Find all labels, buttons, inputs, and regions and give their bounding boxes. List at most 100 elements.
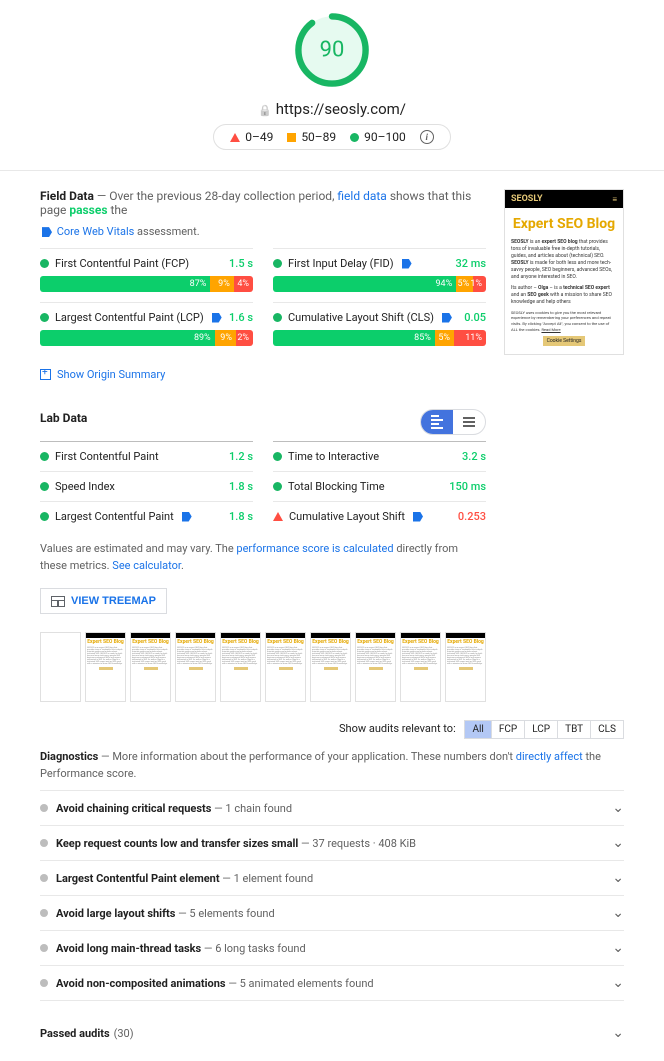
metric-name: Cumulative Layout Shift <box>289 510 405 523</box>
view-treemap-button[interactable]: VIEW TREEMAP <box>40 588 167 614</box>
filter-row: Show audits relevant to: AllFCPLCPTBTCLS <box>40 720 624 739</box>
circle-icon <box>350 133 359 142</box>
distribution-bar: 94%5%1% <box>273 276 486 292</box>
metric-value: 0.253 <box>458 510 486 523</box>
metric-value: 1.5 s <box>229 257 253 270</box>
lab-metric: Cumulative Layout Shift 0.253 <box>273 501 486 531</box>
tag-icon <box>402 259 412 269</box>
legend-good: 90–100 <box>350 130 406 144</box>
metric-name: First Contentful Paint (FCP) <box>55 257 189 270</box>
filmstrip-frame[interactable]: Expert SEO BlogSEOSLY is an expert SEO b… <box>85 632 126 702</box>
square-icon <box>287 133 296 142</box>
field-metric: Largest Contentful Paint (LCP) 1.6 s 89%… <box>40 302 253 356</box>
tag-icon <box>42 227 52 237</box>
filter-tbt[interactable]: TBT <box>558 721 591 738</box>
directly-affect-link[interactable]: directly affect <box>516 750 583 763</box>
field-data-link[interactable]: field data <box>337 189 386 203</box>
filmstrip-frame[interactable]: Expert SEO BlogSEOSLY is an expert SEO b… <box>445 632 486 702</box>
metric-value: 1.2 s <box>229 450 253 463</box>
diag-title: Largest Contentful Paint element — 1 ele… <box>56 872 313 885</box>
list-compact-icon <box>463 417 475 427</box>
show-origin-summary[interactable]: Show Origin Summary <box>40 368 486 381</box>
score-legend: 0–49 50–89 90–100 i <box>213 124 451 150</box>
info-dot-icon <box>40 874 48 882</box>
metric-name: First Input Delay (FID) <box>288 257 394 270</box>
diagnostic-item[interactable]: Avoid long main-thread tasks — 6 long ta… <box>40 930 624 965</box>
field-metric: Cumulative Layout Shift (CLS) 0.05 85%5%… <box>273 302 486 356</box>
filter-lcp[interactable]: LCP <box>525 721 558 738</box>
filter-all[interactable]: All <box>465 721 491 738</box>
diagnostic-item[interactable]: Avoid large layout shifts — 5 elements f… <box>40 895 624 930</box>
circle-icon <box>40 512 49 521</box>
filmstrip-frame[interactable]: Expert SEO BlogSEOSLY is an expert SEO b… <box>220 632 261 702</box>
distribution-bar: 87%9%4% <box>40 276 253 292</box>
lab-metric: Total Blocking Time 150 ms <box>273 471 486 501</box>
filmstrip-frame[interactable]: Expert SEO BlogSEOSLY is an expert SEO b… <box>175 632 216 702</box>
tag-icon <box>442 313 452 323</box>
info-dot-icon <box>40 979 48 987</box>
view-toggle-compact[interactable] <box>453 410 485 434</box>
page-preview: SEOSLY≡ Expert SEO Blog SEOSLY is an exp… <box>504 189 624 702</box>
metric-value: 0.05 <box>464 311 486 324</box>
field-data-title: Field Data — Over the previous 28-day co… <box>40 189 486 217</box>
diagnostic-item[interactable]: Largest Contentful Paint element — 1 ele… <box>40 860 624 895</box>
circle-icon <box>273 259 282 268</box>
metric-name: Cumulative Layout Shift (CLS) <box>288 311 434 324</box>
page-url: https://seosly.com/ <box>0 100 664 118</box>
metric-value: 1.6 s <box>229 311 253 324</box>
view-toggle-expanded[interactable] <box>421 410 453 434</box>
diag-title: Avoid non-composited animations — 5 anim… <box>56 977 374 990</box>
filmstrip-frame[interactable] <box>40 632 81 702</box>
circle-icon <box>273 452 282 461</box>
distribution-bar: 89%9%2% <box>40 330 253 346</box>
metric-value: 150 ms <box>449 480 486 493</box>
filmstrip-frame[interactable]: Expert SEO BlogSEOSLY is an expert SEO b… <box>310 632 351 702</box>
diagnostic-item[interactable]: Avoid non-composited animations — 5 anim… <box>40 965 624 1001</box>
metric-name: Largest Contentful Paint <box>55 510 174 523</box>
lab-data-title: Lab Data <box>40 411 87 425</box>
chevron-down-icon: ⌄ <box>612 835 624 851</box>
metric-name: Total Blocking Time <box>288 480 385 493</box>
header: 90 https://seosly.com/ 0–49 50–89 90–100… <box>0 0 664 171</box>
see-calc-link[interactable]: See calculator <box>112 559 181 572</box>
filmstrip: Expert SEO BlogSEOSLY is an expert SEO b… <box>40 632 486 702</box>
distribution-bar: 85%5%11% <box>273 330 486 346</box>
circle-icon <box>40 259 49 268</box>
legend-avg: 50–89 <box>287 130 336 144</box>
preview-brand: SEOSLY≡ <box>505 190 623 208</box>
field-metric: First Contentful Paint (FCP) 1.5 s 87%9%… <box>40 248 253 302</box>
circle-icon <box>273 482 282 491</box>
info-dot-icon <box>40 909 48 917</box>
filter-cls[interactable]: CLS <box>591 721 623 738</box>
metric-name: Speed Index <box>55 480 115 493</box>
info-dot-icon <box>40 804 48 812</box>
preview-title: Expert SEO Blog <box>511 216 617 233</box>
lab-metric: Speed Index 1.8 s <box>40 471 253 501</box>
circle-icon <box>40 313 49 322</box>
chevron-down-icon: ⌄ <box>612 975 624 991</box>
diagnostics-header: Diagnostics — More information about the… <box>40 749 624 782</box>
chevron-down-icon: ⌄ <box>612 800 624 816</box>
score-calc-link[interactable]: performance score is calculated <box>236 542 393 555</box>
chevron-down-icon: ⌄ <box>612 940 624 956</box>
filmstrip-frame[interactable]: Expert SEO BlogSEOSLY is an expert SEO b… <box>400 632 441 702</box>
cwv-link[interactable]: Core Web Vitals <box>57 225 135 238</box>
metric-value: 3.2 s <box>462 450 486 463</box>
diagnostic-item[interactable]: Avoid chaining critical requests — 1 cha… <box>40 790 624 825</box>
circle-icon <box>40 452 49 461</box>
diag-title: Avoid chaining critical requests — 1 cha… <box>56 802 292 815</box>
filmstrip-frame[interactable]: Expert SEO BlogSEOSLY is an expert SEO b… <box>130 632 171 702</box>
chevron-down-icon: ⌄ <box>612 905 624 921</box>
filmstrip-frame[interactable]: Expert SEO BlogSEOSLY is an expert SEO b… <box>355 632 396 702</box>
passed-audits-toggle[interactable]: Passed audits (30) ⌄ <box>40 1025 624 1061</box>
lab-note: Values are estimated and may vary. The p… <box>40 541 486 574</box>
filter-fcp[interactable]: FCP <box>492 721 525 738</box>
filmstrip-frame[interactable]: Expert SEO BlogSEOSLY is an expert SEO b… <box>265 632 306 702</box>
circle-icon <box>273 313 282 322</box>
info-icon[interactable]: i <box>420 130 434 144</box>
field-metric: First Input Delay (FID) 32 ms 94%5%1% <box>273 248 486 302</box>
diagnostic-item[interactable]: Keep request counts low and transfer siz… <box>40 825 624 860</box>
triangle-icon <box>273 512 283 521</box>
legend-poor: 0–49 <box>230 130 273 144</box>
tag-icon <box>182 512 192 522</box>
